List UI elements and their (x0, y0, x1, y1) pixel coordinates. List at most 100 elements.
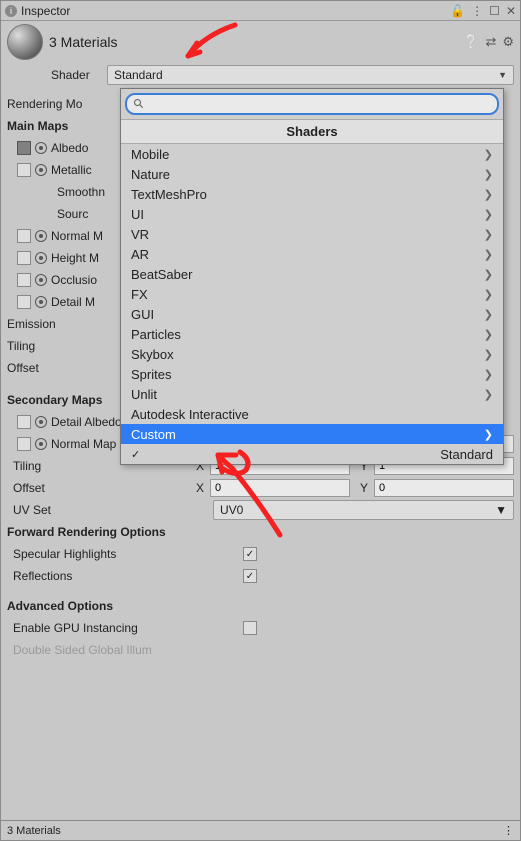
texture-slot-icon[interactable] (35, 142, 47, 154)
shader-menu-item-label: BeatSaber (131, 267, 192, 282)
shader-menu-item-label: UI (131, 207, 144, 222)
doublesided-row: Double Sided Global Illum (7, 639, 514, 661)
reflections-label: Reflections (7, 569, 207, 583)
albedo-swatch[interactable] (17, 141, 31, 155)
gpu-instancing-label: Enable GPU Instancing (7, 621, 207, 635)
shader-menu-item[interactable]: GUI❯ (121, 304, 503, 324)
footer-title: 3 Materials (7, 825, 61, 837)
material-header: 3 Materials ❔ ⇄ ⚙ (1, 21, 520, 63)
chevron-right-icon: ❯ (484, 288, 493, 301)
shader-row: Shader Standard ▼ (1, 63, 520, 89)
texture-slot-icon[interactable] (35, 296, 47, 308)
shader-menu-item[interactable]: VR❯ (121, 224, 503, 244)
reflections-checkbox[interactable]: ✓ (243, 569, 257, 583)
offset-label: Offset (7, 361, 39, 375)
shader-menu-item[interactable]: Nature❯ (121, 164, 503, 184)
tab-menu-icon[interactable]: ⋮ (471, 4, 483, 18)
offset2-x[interactable] (210, 479, 350, 497)
shader-menu-item[interactable]: AR ❯ (121, 244, 503, 264)
shader-menu-item-label: FX (131, 287, 148, 302)
shader-popup-header: Shaders (121, 119, 503, 144)
shader-menu-item-label: Custom (131, 427, 176, 442)
shader-menu-item-label: Skybox (131, 347, 174, 362)
uvset-dropdown[interactable]: UV0 ▼ (213, 500, 514, 520)
shader-menu-item[interactable]: Standard (121, 444, 503, 464)
texture-slot-icon[interactable] (35, 164, 47, 176)
detail-albedo-checkbox[interactable] (17, 415, 31, 429)
occlusion-checkbox[interactable] (17, 273, 31, 287)
chevron-right-icon: ❯ (484, 248, 493, 261)
shader-menu-item[interactable]: TextMeshPro ❯ (121, 184, 503, 204)
chevron-right-icon: ❯ (484, 148, 493, 161)
heightmap-checkbox[interactable] (17, 251, 31, 265)
chevron-down-icon: ▼ (498, 70, 507, 80)
forward-options-label: Forward Rendering Options (7, 525, 166, 539)
shader-menu-item[interactable]: Autodesk Interactive (121, 404, 503, 424)
specular-label: Specular Highlights (7, 547, 207, 561)
shader-search-input[interactable] (149, 98, 491, 110)
shader-menu-item-label: Sprites (131, 367, 171, 382)
chevron-right-icon: ❯ (484, 188, 493, 201)
normalmap2-checkbox[interactable] (17, 437, 31, 451)
close-icon[interactable]: ✕ (506, 4, 516, 18)
specular-checkbox[interactable]: ✓ (243, 547, 257, 561)
texture-slot-icon[interactable] (35, 416, 47, 428)
detailmask-checkbox[interactable] (17, 295, 31, 309)
tiling-label: Tiling (7, 339, 35, 353)
maximize-icon[interactable]: ☐ (489, 4, 500, 18)
shader-search[interactable] (125, 93, 499, 115)
shader-value: Standard (114, 68, 163, 82)
shader-label: Shader (51, 68, 101, 82)
texture-slot-icon[interactable] (35, 230, 47, 242)
forward-options-header: Forward Rendering Options (7, 521, 514, 543)
shader-menu-item[interactable]: Skybox ❯ (121, 344, 503, 364)
secondary-maps-label: Secondary Maps (7, 393, 102, 407)
shader-menu-item-label: Nature (131, 167, 170, 182)
gear-icon[interactable]: ⚙ (502, 34, 514, 50)
shader-menu-item-label: Unlit (131, 387, 157, 402)
y-label: Y (356, 481, 368, 495)
shader-menu-item[interactable]: FX ❯ (121, 284, 503, 304)
help-icon[interactable]: ❔ (463, 34, 479, 50)
material-preview-sphere (7, 24, 43, 60)
uvset-row: UV Set UV0 ▼ (7, 499, 514, 521)
chevron-right-icon: ❯ (484, 348, 493, 361)
shader-menu-item-label: TextMeshPro (131, 187, 207, 202)
main-maps-label: Main Maps (7, 119, 68, 133)
offset2-y[interactable] (374, 479, 514, 497)
info-icon: i (5, 5, 17, 17)
normalmap-checkbox[interactable] (17, 229, 31, 243)
texture-slot-icon[interactable] (35, 274, 47, 286)
advanced-options-label: Advanced Options (7, 599, 113, 613)
x-label: X (192, 481, 204, 495)
shader-menu-item[interactable]: Particles❯ (121, 324, 503, 344)
shader-menu-item[interactable]: Unlit❯ (121, 384, 503, 404)
shader-menu-item[interactable]: BeatSaber ❯ (121, 264, 503, 284)
texture-slot-icon[interactable] (35, 252, 47, 264)
chevron-right-icon: ❯ (484, 268, 493, 281)
chevron-right-icon: ❯ (484, 208, 493, 221)
metallic-checkbox[interactable] (17, 163, 31, 177)
chevron-right-icon: ❯ (484, 428, 493, 441)
lock-icon[interactable]: 🔓 (450, 4, 465, 18)
window-title: Inspector (21, 4, 70, 18)
presets-icon[interactable]: ⇄ (485, 34, 496, 50)
emission-label: Emission (7, 317, 56, 331)
shader-menu-item-label: AR (131, 247, 149, 262)
chevron-down-icon: ▼ (495, 503, 507, 517)
shader-menu-item-label: Autodesk Interactive (131, 407, 249, 422)
footer-menu-icon[interactable]: ⋮ (503, 824, 514, 837)
gpu-instancing-checkbox[interactable] (243, 621, 257, 635)
shader-menu-item[interactable]: Custom ❯ (121, 424, 503, 444)
shader-menu-item-label: Particles (131, 327, 181, 342)
shader-menu-item[interactable]: Mobile❯ (121, 144, 503, 164)
uvset-value: UV0 (220, 503, 243, 517)
gpu-instancing-row: Enable GPU Instancing (7, 617, 514, 639)
reflections-row: Reflections ✓ (7, 565, 514, 587)
texture-slot-icon[interactable] (35, 438, 47, 450)
shader-menu-item[interactable]: UI ❯ (121, 204, 503, 224)
material-title: 3 Materials (49, 34, 117, 50)
shader-menu-item[interactable]: Sprites❯ (121, 364, 503, 384)
shader-dropdown[interactable]: Standard ▼ (107, 65, 514, 85)
shader-popup: Shaders Mobile❯Nature❯TextMeshPro❯UI❯VR❯… (120, 88, 504, 465)
